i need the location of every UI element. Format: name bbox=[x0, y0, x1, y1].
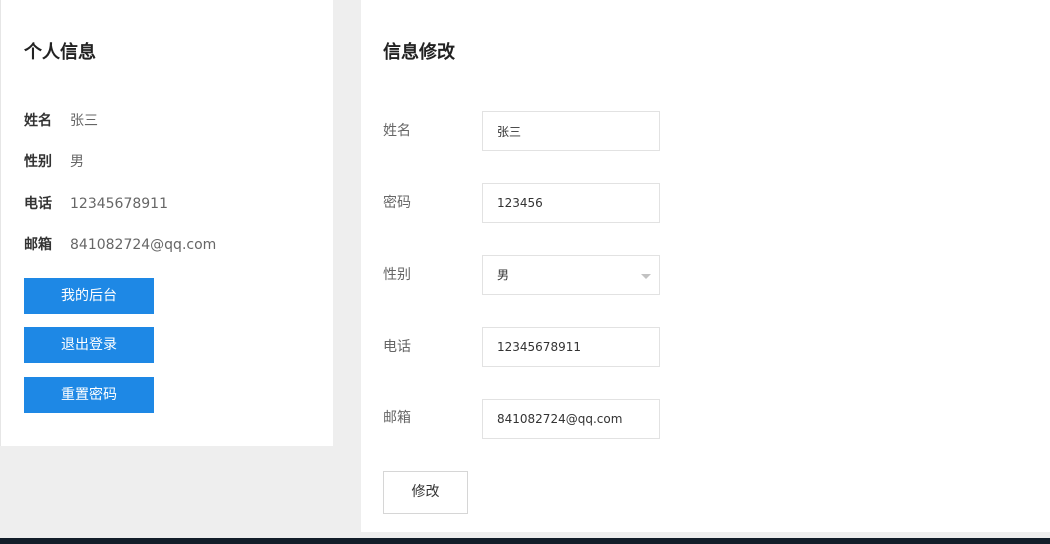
gender-label: 性别 bbox=[383, 267, 411, 283]
name-input[interactable] bbox=[482, 111, 660, 151]
profile-row-phone: 电话 12345678911 bbox=[24, 194, 168, 214]
email-label: 邮箱 bbox=[383, 410, 411, 426]
profile-row-gender: 性别 男 bbox=[24, 152, 84, 172]
profile-row-name: 姓名 张三 bbox=[24, 111, 98, 131]
edit-form-title: 信息修改 bbox=[383, 42, 455, 63]
profile-value-gender: 男 bbox=[70, 154, 84, 170]
profile-panel: 个人信息 姓名 张三 性别 男 电话 12345678911 邮箱 841082724@… bbox=[0, 0, 333, 446]
chevron-down-icon bbox=[641, 274, 651, 279]
dashboard-button[interactable]: 我的后台 bbox=[24, 278, 154, 314]
email-input[interactable] bbox=[482, 399, 660, 439]
reset-password-button[interactable]: 重置密码 bbox=[24, 377, 154, 413]
password-label: 密码 bbox=[383, 195, 411, 211]
gender-select-value: 男 bbox=[497, 268, 510, 282]
name-label: 姓名 bbox=[383, 123, 411, 139]
submit-button[interactable]: 修改 bbox=[383, 471, 468, 514]
phone-input[interactable] bbox=[482, 327, 660, 367]
profile-label-name: 姓名 bbox=[24, 113, 52, 129]
profile-label-gender: 性别 bbox=[24, 154, 52, 170]
password-input[interactable] bbox=[482, 183, 660, 223]
profile-value-email: 841082724@qq.com bbox=[70, 237, 217, 253]
profile-label-phone: 电话 bbox=[24, 196, 52, 212]
profile-value-name: 张三 bbox=[70, 113, 98, 129]
profile-value-phone: 12345678911 bbox=[70, 196, 168, 212]
phone-label: 电话 bbox=[383, 339, 411, 355]
profile-label-email: 邮箱 bbox=[24, 237, 52, 253]
footer-bar bbox=[0, 538, 1050, 544]
gender-select[interactable]: 男 bbox=[482, 255, 660, 295]
profile-title: 个人信息 bbox=[24, 42, 96, 63]
edit-form-panel: 信息修改 姓名 密码 性别 男 电话 邮箱 修改 bbox=[361, 0, 1050, 532]
profile-row-email: 邮箱 841082724@qq.com bbox=[24, 235, 216, 255]
logout-button[interactable]: 退出登录 bbox=[24, 327, 154, 363]
